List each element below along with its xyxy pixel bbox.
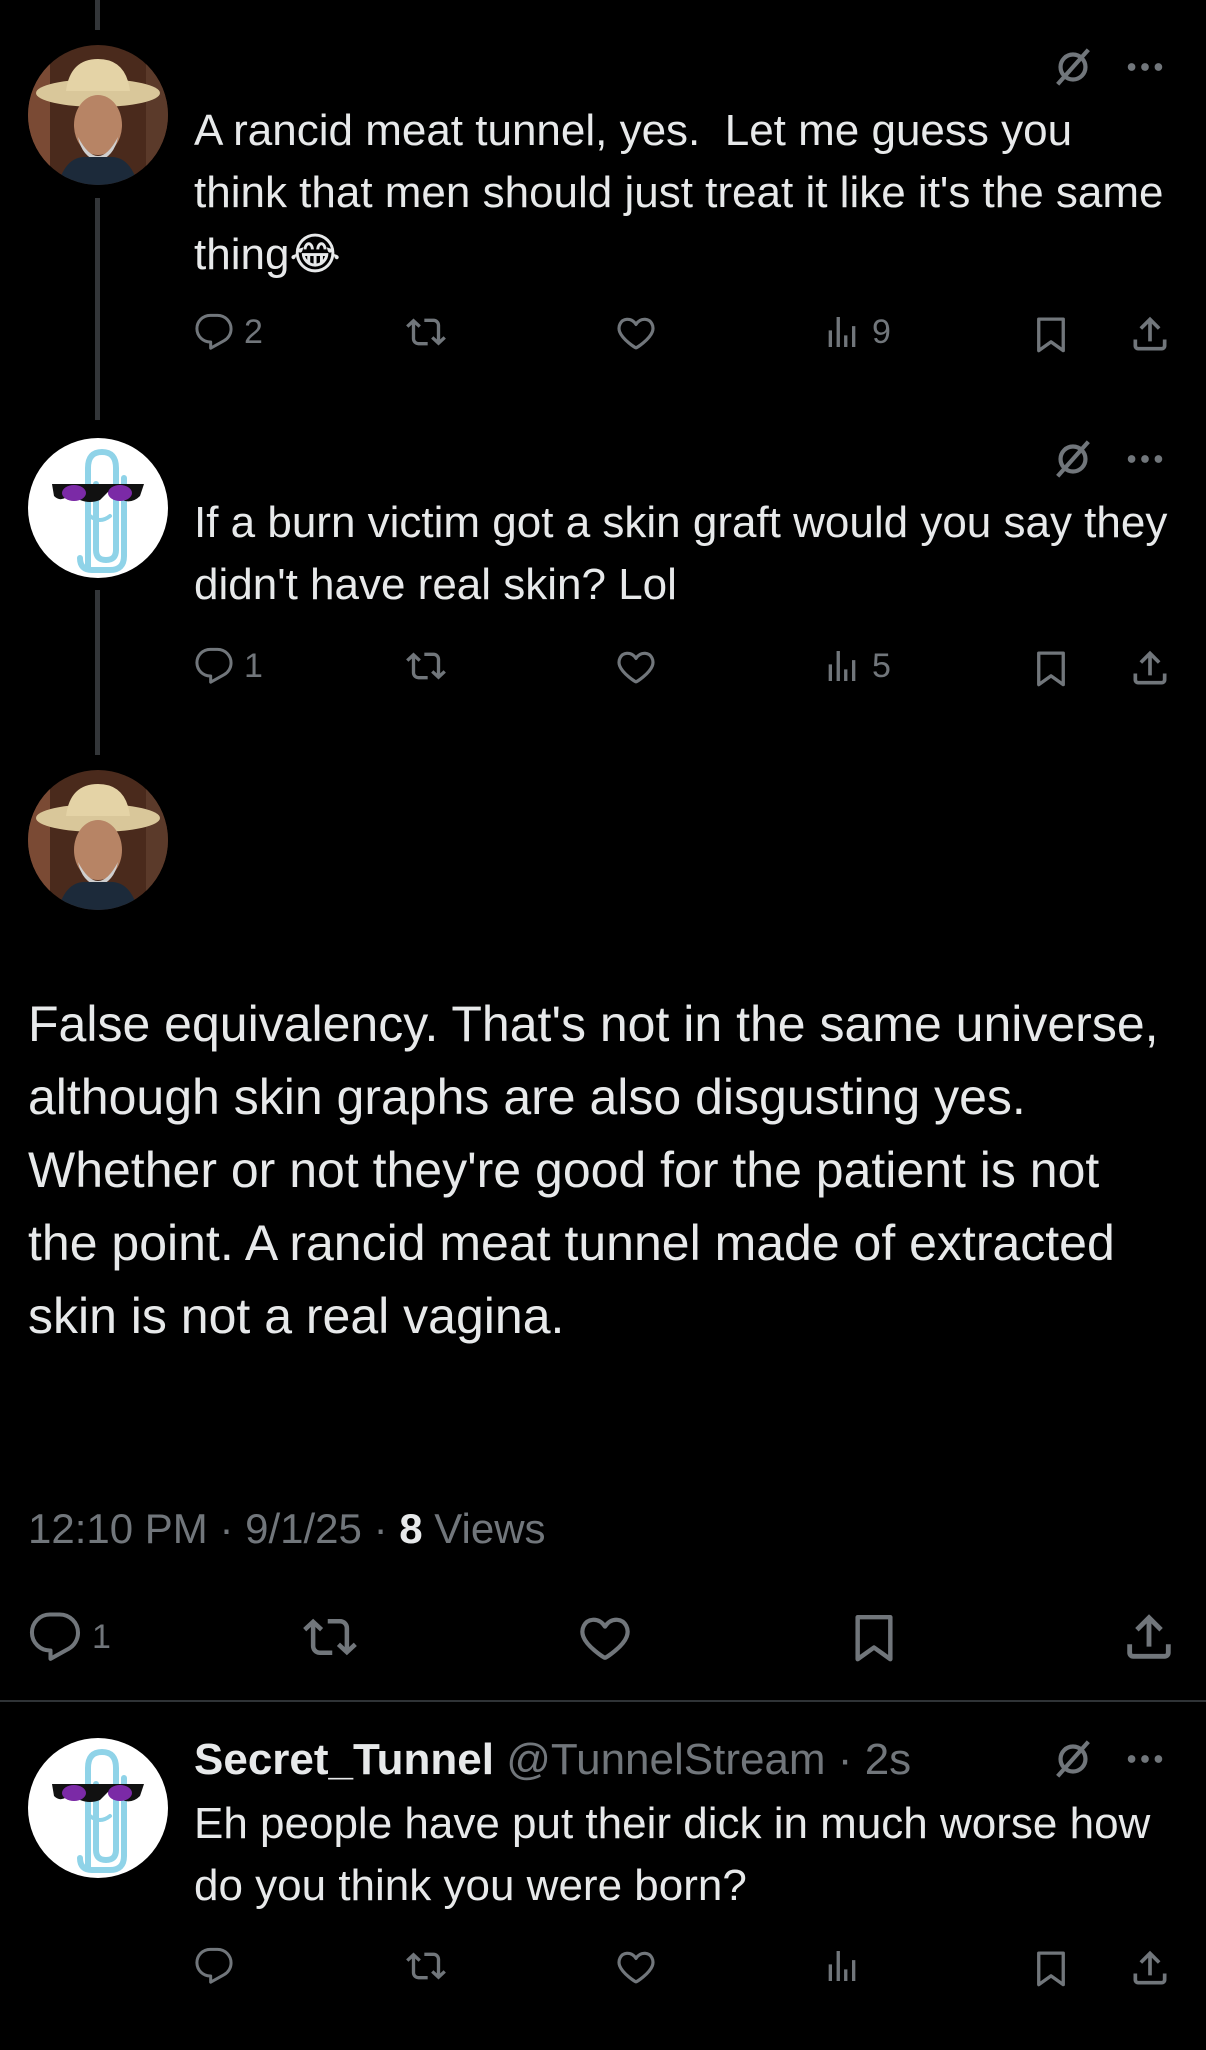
divider <box>0 1700 1206 1702</box>
reply-button[interactable]: 1 <box>194 646 263 686</box>
share-button[interactable] <box>1128 312 1172 356</box>
share-button[interactable] <box>1128 1946 1172 1990</box>
reply-button[interactable]: 1 <box>28 1610 111 1664</box>
views-icon <box>822 1946 862 1986</box>
reply-button[interactable]: 2 <box>194 312 263 352</box>
thread-line-2 <box>95 590 100 755</box>
avatar-image <box>28 45 168 185</box>
reply-icon <box>28 1610 82 1664</box>
views-button[interactable]: 5 <box>822 646 891 686</box>
avatar[interactable] <box>28 45 168 185</box>
like-button[interactable] <box>614 646 658 688</box>
share-button[interactable] <box>1120 1608 1178 1666</box>
grok-icon[interactable] <box>1050 436 1096 487</box>
post-time[interactable]: 2s <box>865 1735 911 1784</box>
repost-icon <box>404 312 448 352</box>
meta-separator: · <box>219 1505 246 1552</box>
views-count: 5 <box>872 646 891 685</box>
avatar-image <box>28 770 168 910</box>
avatar[interactable] <box>28 770 168 910</box>
thread-line-1 <box>95 198 100 420</box>
reply-count: 1 <box>92 1617 111 1656</box>
bookmark-icon <box>1030 312 1072 356</box>
views-icon <box>822 312 862 352</box>
repost-icon <box>404 1946 448 1986</box>
post-top-icons <box>1050 1736 1168 1787</box>
share-icon <box>1128 312 1172 356</box>
avatar-image <box>28 1738 168 1878</box>
bookmark-button[interactable] <box>1030 646 1072 690</box>
repost-button[interactable] <box>404 312 448 352</box>
repost-button[interactable] <box>404 1946 448 1986</box>
bookmark-button[interactable] <box>1030 312 1072 356</box>
reply-button[interactable] <box>194 1946 234 1986</box>
grok-icon[interactable] <box>1050 1736 1096 1787</box>
display-name[interactable]: Secret_Tunnel <box>194 1735 494 1784</box>
views-button[interactable]: 9 <box>822 312 891 352</box>
avatar-image <box>28 438 168 578</box>
like-icon <box>614 312 658 354</box>
like-icon <box>614 646 658 688</box>
post-meta: 12:10 PM · 9/1/25 · 8 Views <box>28 1505 546 1553</box>
like-button[interactable] <box>614 312 658 354</box>
reply-icon <box>194 312 234 352</box>
repost-icon <box>300 1610 360 1664</box>
user-handle[interactable]: @TunnelStream <box>506 1735 825 1784</box>
post-text: A rancid meat tunnel, yes. Let me guess … <box>194 106 1176 279</box>
like-icon <box>576 1610 634 1666</box>
post-time[interactable]: 12:10 PM <box>28 1505 208 1552</box>
avatar[interactable] <box>28 1738 168 1878</box>
meta-separator: · <box>825 1735 865 1784</box>
share-button[interactable] <box>1128 646 1172 690</box>
like-button[interactable] <box>614 1946 658 1988</box>
bookmark-icon <box>846 1608 902 1666</box>
share-icon <box>1128 1946 1172 1990</box>
reply-icon <box>194 646 234 686</box>
post-top-icons <box>1050 44 1168 95</box>
views-count: 9 <box>872 312 891 351</box>
share-icon <box>1120 1608 1178 1666</box>
bookmark-icon <box>1030 646 1072 690</box>
post-date[interactable]: 9/1/25 <box>245 1505 362 1552</box>
more-icon[interactable] <box>1122 44 1168 95</box>
reply-count: 2 <box>244 312 263 351</box>
reply-count: 1 <box>244 646 263 685</box>
reply-icon <box>194 1946 234 1986</box>
reply-header: Secret_Tunnel @TunnelStream · 2s <box>194 1733 911 1787</box>
bookmark-icon <box>1030 1946 1072 1990</box>
more-icon[interactable] <box>1122 1736 1168 1787</box>
repost-icon <box>404 646 448 686</box>
main-post-text: False equivalency. That's not in the sam… <box>28 996 1159 1344</box>
avatar[interactable] <box>28 438 168 578</box>
reply-text: Eh people have put their dick in much wo… <box>194 1799 1163 1910</box>
grok-icon[interactable] <box>1050 44 1096 95</box>
post-text: If a burn victim got a skin graft would … <box>194 498 1180 609</box>
meta-separator: · <box>373 1505 400 1552</box>
like-icon <box>614 1946 658 1988</box>
views-label: Views <box>434 1505 546 1552</box>
views-count: 8 <box>399 1505 423 1552</box>
bookmark-button[interactable] <box>1030 1946 1072 1990</box>
like-button[interactable] <box>576 1610 634 1666</box>
repost-button[interactable] <box>404 646 448 686</box>
views-icon <box>822 646 862 686</box>
more-icon[interactable] <box>1122 436 1168 487</box>
bookmark-button[interactable] <box>846 1608 902 1666</box>
views-button[interactable] <box>822 1946 862 1986</box>
thread-line-top <box>95 0 100 30</box>
repost-button[interactable] <box>300 1610 360 1664</box>
post-top-icons <box>1050 436 1168 487</box>
share-icon <box>1128 646 1172 690</box>
